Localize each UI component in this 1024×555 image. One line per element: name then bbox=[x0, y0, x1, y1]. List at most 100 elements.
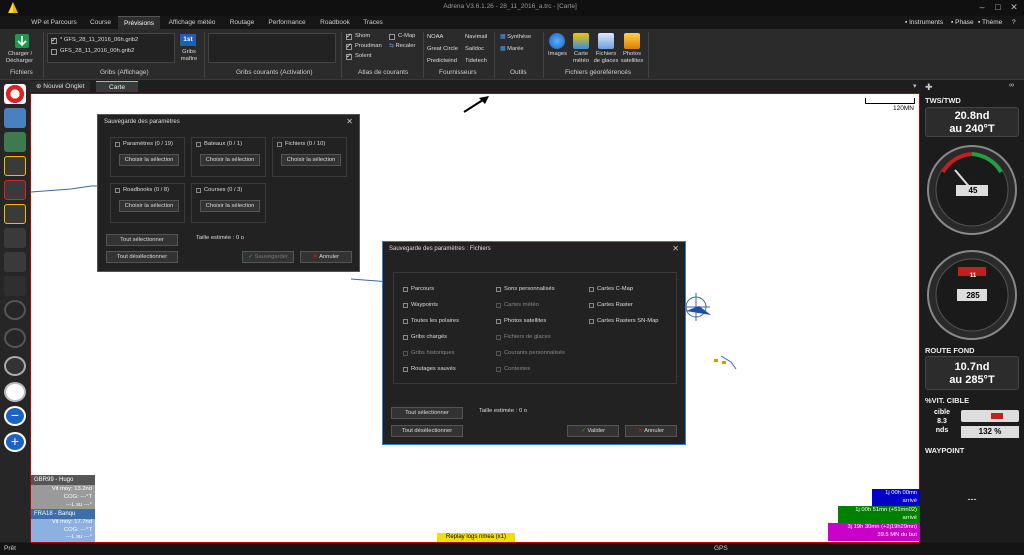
tab-course[interactable]: Course bbox=[83, 16, 118, 29]
gribs-list[interactable]: * GFS_28_11_2016_06h.grib2 GFS_28_11_201… bbox=[47, 33, 175, 63]
tidetech-button[interactable]: Tidetech bbox=[465, 58, 487, 64]
route-green[interactable]: 1j 00h 51mn (+51mn02) arrivé bbox=[838, 506, 920, 523]
layers-icon[interactable] bbox=[4, 132, 26, 152]
pointer-icon[interactable] bbox=[4, 276, 26, 296]
proudman-checkbox[interactable] bbox=[346, 42, 352, 50]
photos-satellites-label[interactable]: Photos satellites bbox=[620, 51, 644, 65]
dlg1-close-icon[interactable]: ✕ bbox=[346, 117, 353, 126]
carte-meteo-label[interactable]: Carte météo bbox=[571, 51, 591, 65]
opt-contextes-checkbox[interactable] bbox=[496, 367, 501, 372]
weather-map-icon[interactable] bbox=[573, 33, 589, 49]
maximize-button[interactable]: □ bbox=[992, 2, 1004, 13]
predictwind-button[interactable]: Predictwind bbox=[427, 58, 457, 64]
ice-files-icon[interactable] bbox=[598, 33, 614, 49]
download-icon[interactable] bbox=[14, 33, 30, 49]
opt-routages-checkbox[interactable] bbox=[403, 367, 408, 372]
panel-add-icon[interactable]: ✚ bbox=[925, 82, 933, 93]
zoom-icon[interactable] bbox=[4, 382, 26, 402]
roadbooks-choose-button[interactable]: Choisir la sélection bbox=[119, 200, 179, 212]
tab-wp-parcours[interactable]: WP et Parcours bbox=[29, 16, 79, 29]
solent-checkbox[interactable] bbox=[346, 52, 352, 60]
panel-more-icon[interactable]: ∞ bbox=[1009, 82, 1014, 89]
tab-previsions[interactable]: Prévisions bbox=[118, 16, 160, 29]
menu-instruments[interactable]: ▪ Instruments bbox=[905, 16, 943, 29]
parametres-choose-button[interactable]: Choisir la sélection bbox=[119, 154, 179, 166]
opt-parcours-checkbox[interactable] bbox=[403, 287, 408, 292]
menu-phase[interactable]: ▪ Phase bbox=[951, 16, 974, 29]
compass-icon[interactable] bbox=[4, 356, 26, 376]
courses-checkbox[interactable] bbox=[196, 188, 201, 193]
dial-tool-icon[interactable] bbox=[4, 300, 26, 320]
lifebuoy-icon[interactable] bbox=[4, 84, 26, 104]
zoom-in-icon[interactable]: + bbox=[4, 432, 26, 452]
images-label[interactable]: Images bbox=[548, 51, 567, 57]
waypoint-tool-icon[interactable] bbox=[4, 180, 26, 200]
fichiers-choose-button[interactable]: Choisir la sélection bbox=[281, 154, 341, 166]
valider-button[interactable]: ✓ Valider bbox=[567, 425, 619, 437]
noaa-button[interactable]: NOAA bbox=[427, 34, 443, 40]
boat-gbr99-header[interactable]: GBR99 - Hugo bbox=[31, 475, 95, 485]
opt-glaces-checkbox[interactable] bbox=[496, 335, 501, 340]
dlg1-cancel-button[interactable]: ✕ Annuler bbox=[300, 251, 352, 263]
flag-tool-icon[interactable] bbox=[4, 252, 26, 272]
dlg2-deselect-all-button[interactable]: Tout désélectionner bbox=[391, 425, 463, 437]
boat-tool-icon[interactable] bbox=[4, 228, 26, 248]
opt-polaires-checkbox[interactable] bbox=[403, 319, 408, 324]
help-icon[interactable]: ? bbox=[1012, 16, 1016, 29]
grib2-checkbox[interactable] bbox=[51, 49, 57, 55]
courses-choose-button[interactable]: Choisir la sélection bbox=[200, 200, 260, 212]
tab-performance[interactable]: Performance bbox=[264, 16, 310, 29]
boat-fra18-header[interactable]: FRA18 - Banqu bbox=[31, 509, 95, 519]
opt-courants-checkbox[interactable] bbox=[496, 351, 501, 356]
gribs-maitre-label[interactable]: Gribs maître bbox=[178, 49, 200, 63]
cmap-checkbox[interactable] bbox=[389, 34, 395, 40]
bateaux-choose-button[interactable]: Choisir la sélection bbox=[200, 154, 260, 166]
shom-checkbox[interactable] bbox=[346, 32, 352, 40]
dlg2-cancel-button[interactable]: ✕ Annuler bbox=[625, 425, 677, 437]
zoom-out-icon[interactable]: − bbox=[4, 406, 26, 426]
tab-roadbook[interactable]: Roadbook bbox=[314, 16, 356, 29]
save-button[interactable]: ✓ Sauvegarder bbox=[242, 251, 294, 263]
charger-label[interactable]: Charger / bbox=[8, 51, 32, 57]
satellite-photo-icon[interactable] bbox=[624, 33, 640, 49]
tab-carte[interactable]: Carte bbox=[96, 81, 138, 92]
maree-button[interactable]: ▦ Marée bbox=[500, 46, 524, 52]
roadbooks-checkbox[interactable] bbox=[115, 188, 120, 193]
menu-theme[interactable]: ▪ Thème bbox=[978, 16, 1002, 29]
deselect-all-button[interactable]: Tout désélectionner bbox=[106, 251, 178, 263]
close-button[interactable]: ✕ bbox=[1008, 2, 1020, 13]
tab-dropdown-icon[interactable]: ▾ bbox=[913, 82, 917, 90]
dlg2-select-all-button[interactable]: Tout sélectionner bbox=[391, 407, 463, 419]
parametres-checkbox[interactable] bbox=[115, 142, 120, 147]
route-magenta[interactable]: 3j 19h 30mn (+2j19h29mn) 39.5 MN du but bbox=[828, 523, 920, 541]
opt-photos-sat-checkbox[interactable] bbox=[496, 319, 501, 324]
new-tab-button[interactable]: ⊕ Nouvel Onglet bbox=[30, 81, 91, 92]
tab-traces[interactable]: Traces bbox=[360, 16, 386, 29]
saildoc-button[interactable]: Saildoc bbox=[465, 46, 484, 52]
fichiers-glaces-label[interactable]: Fichiers de glaces bbox=[593, 51, 619, 65]
opt-waypoints-checkbox[interactable] bbox=[403, 303, 408, 308]
bateaux-checkbox[interactable] bbox=[196, 142, 201, 147]
grib1-checkbox[interactable] bbox=[51, 36, 57, 44]
route-blue[interactable]: 1j 00h 00mn arrivé bbox=[872, 489, 920, 506]
gribs-maitre-icon[interactable]: 1st bbox=[180, 34, 196, 46]
minimize-button[interactable]: – bbox=[976, 2, 988, 13]
track-tool-icon[interactable] bbox=[4, 204, 26, 224]
decharger-label[interactable]: Décharger bbox=[6, 58, 33, 64]
select-all-button[interactable]: Tout sélectionner bbox=[106, 234, 178, 246]
map-tool-icon[interactable] bbox=[4, 108, 26, 128]
tab-affichage-meteo[interactable]: Affichage météo bbox=[164, 16, 220, 29]
synthese-button[interactable]: ▦ Synthèse bbox=[500, 34, 531, 40]
opt-gribs-historiques-checkbox[interactable] bbox=[403, 351, 408, 356]
recaler-button[interactable]: ⇆ Recaler bbox=[389, 43, 415, 49]
fichiers-checkbox[interactable] bbox=[277, 142, 282, 147]
gribs-courants-list[interactable] bbox=[208, 33, 336, 63]
opt-gribs-charges-checkbox[interactable] bbox=[403, 335, 408, 340]
replay-badge[interactable]: Replay logs nmea (x1) bbox=[437, 533, 515, 542]
opt-cartes-meteo-checkbox[interactable] bbox=[496, 303, 501, 308]
opt-snmap-checkbox[interactable] bbox=[589, 319, 594, 324]
dlg2-close-icon[interactable]: ✕ bbox=[672, 244, 679, 253]
opt-raster-checkbox[interactable] bbox=[589, 303, 594, 308]
globe-icon[interactable] bbox=[549, 33, 565, 49]
opt-cmap-checkbox[interactable] bbox=[589, 287, 594, 292]
